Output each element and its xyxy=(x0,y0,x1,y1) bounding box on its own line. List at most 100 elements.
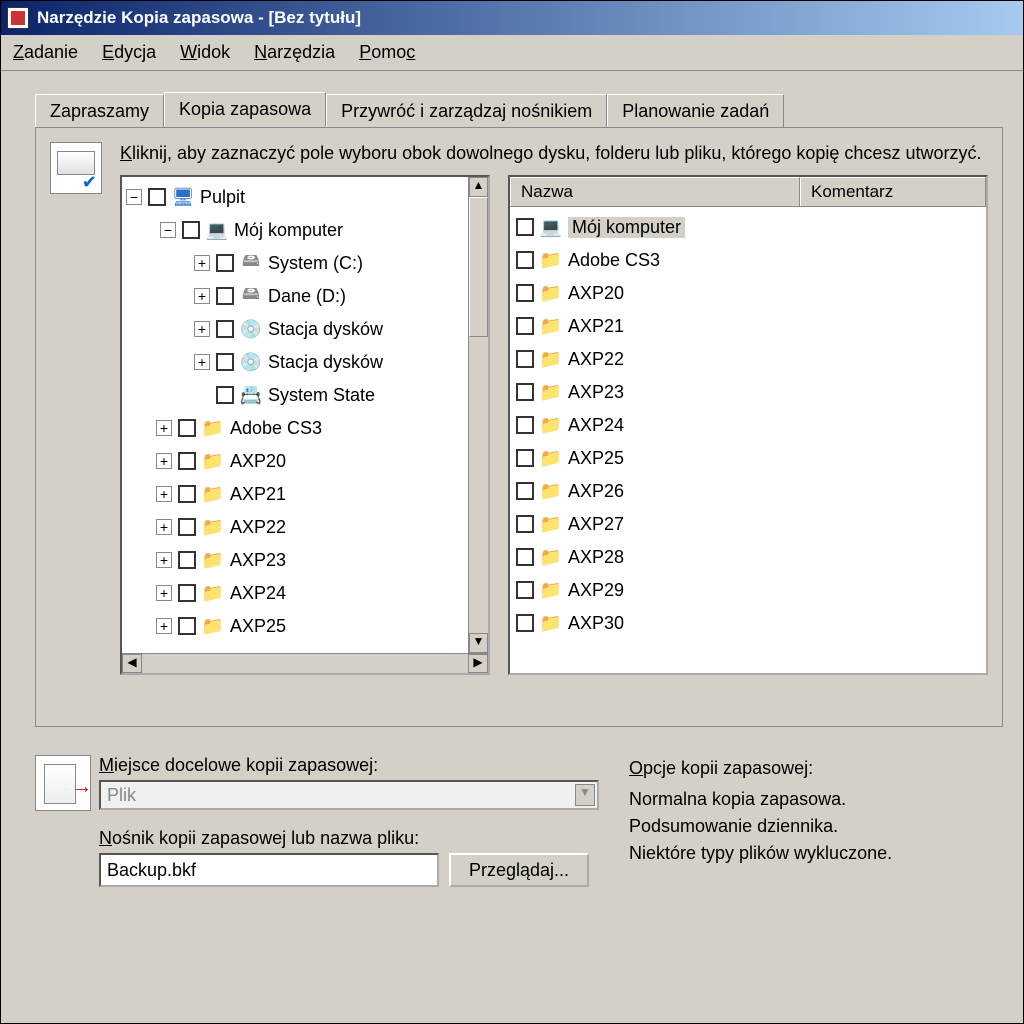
checkbox[interactable] xyxy=(516,482,534,500)
browse-button[interactable]: Przeglądaj... xyxy=(449,853,589,887)
list-item[interactable]: 📁AXP20 xyxy=(512,277,984,310)
tree-node-stacja1[interactable]: + 💿 Stacja dysków xyxy=(124,313,486,346)
list-item[interactable]: 📁AXP21 xyxy=(512,310,984,343)
tree-pane[interactable]: − 🖥 Pulpit − 💻 Mój komputer + � xyxy=(120,175,490,675)
collapse-icon[interactable]: − xyxy=(126,189,142,205)
folder-icon: 📁 xyxy=(202,450,224,472)
media-label: Nośnik kopii zapasowej lub nazwa pliku: xyxy=(99,828,599,849)
checkbox[interactable] xyxy=(516,548,534,566)
checkbox[interactable] xyxy=(516,416,534,434)
checkbox[interactable] xyxy=(178,551,196,569)
tree-node-axp20[interactable]: + 📁 AXP20 xyxy=(124,445,486,478)
expand-icon[interactable]: + xyxy=(156,618,172,634)
checkbox[interactable] xyxy=(516,614,534,632)
checkbox[interactable] xyxy=(178,485,196,503)
chevron-down-icon[interactable]: ▼ xyxy=(575,784,595,806)
expand-icon[interactable]: + xyxy=(156,453,172,469)
checkbox[interactable] xyxy=(182,221,200,239)
tree-label: AXP24 xyxy=(230,583,286,604)
menu-pomoc[interactable]: Pomoc xyxy=(359,42,415,63)
tree-node-dane-d[interactable]: + 🖴 Dane (D:) xyxy=(124,280,486,313)
checkbox[interactable] xyxy=(516,383,534,401)
expand-icon[interactable]: + xyxy=(156,486,172,502)
tree-horizontal-scrollbar[interactable]: ◀ ▶ xyxy=(122,653,488,673)
col-komentarz[interactable]: Komentarz xyxy=(800,177,986,206)
checkbox[interactable] xyxy=(516,284,534,302)
checkbox[interactable] xyxy=(516,581,534,599)
list-item[interactable]: 📁AXP25 xyxy=(512,442,984,475)
tree-label: AXP20 xyxy=(230,451,286,472)
media-filename-input[interactable]: Backup.bkf xyxy=(99,853,439,887)
list-pane[interactable]: Nazwa Komentarz 💻Mój komputer📁Adobe CS3📁… xyxy=(508,175,988,675)
expand-icon[interactable]: + xyxy=(194,255,210,271)
list-item-label: AXP30 xyxy=(568,613,624,634)
list-item[interactable]: 📁AXP22 xyxy=(512,343,984,376)
col-nazwa[interactable]: Nazwa xyxy=(510,177,800,206)
tab-planowanie[interactable]: Planowanie zadań xyxy=(607,94,784,128)
checkbox[interactable] xyxy=(216,386,234,404)
expand-icon[interactable]: + xyxy=(194,321,210,337)
checkbox[interactable] xyxy=(178,419,196,437)
expand-icon[interactable]: + xyxy=(194,354,210,370)
expand-icon[interactable]: + xyxy=(156,585,172,601)
checkbox[interactable] xyxy=(178,617,196,635)
list-item[interactable]: 📁Adobe CS3 xyxy=(512,244,984,277)
menu-narzedzia[interactable]: Narzędzia xyxy=(254,42,335,63)
tree-vertical-scrollbar[interactable]: ▲ ▼ xyxy=(468,177,488,653)
tree-node-system-state[interactable]: 📇 System State xyxy=(124,379,486,412)
collapse-icon[interactable]: − xyxy=(160,222,176,238)
menu-edycja[interactable]: Edycja xyxy=(102,42,156,63)
scroll-left-icon[interactable]: ◀ xyxy=(122,654,142,673)
tree-node-axp24[interactable]: + 📁 AXP24 xyxy=(124,577,486,610)
titlebar[interactable]: Narzędzie Kopia zapasowa - [Bez tytułu] xyxy=(1,1,1023,35)
tree-node-stacja2[interactable]: + 💿 Stacja dysków xyxy=(124,346,486,379)
checkbox[interactable] xyxy=(216,353,234,371)
checkbox[interactable] xyxy=(516,350,534,368)
scroll-right-icon[interactable]: ▶ xyxy=(468,654,488,673)
scroll-up-icon[interactable]: ▲ xyxy=(469,177,488,197)
checkbox[interactable] xyxy=(178,452,196,470)
tree-node-moj-komputer[interactable]: − 💻 Mój komputer xyxy=(124,214,486,247)
checkbox[interactable] xyxy=(216,320,234,338)
computer-icon: 💻 xyxy=(206,219,228,241)
checkbox[interactable] xyxy=(178,518,196,536)
list-item[interactable]: 📁AXP29 xyxy=(512,574,984,607)
scroll-down-icon[interactable]: ▼ xyxy=(469,633,488,653)
scroll-thumb[interactable] xyxy=(469,197,488,337)
tree-node-axp23[interactable]: + 📁 AXP23 xyxy=(124,544,486,577)
menu-widok[interactable]: Widok xyxy=(180,42,230,63)
expand-icon[interactable]: + xyxy=(156,519,172,535)
tab-kopia-zapasowa[interactable]: Kopia zapasowa xyxy=(164,92,326,127)
list-header[interactable]: Nazwa Komentarz xyxy=(510,177,986,207)
tab-przywroc[interactable]: Przywróć i zarządzaj nośnikiem xyxy=(326,94,607,128)
list-item[interactable]: 📁AXP27 xyxy=(512,508,984,541)
checkbox[interactable] xyxy=(216,254,234,272)
tree-node-system-c[interactable]: + 🖴 System (C:) xyxy=(124,247,486,280)
checkbox[interactable] xyxy=(516,449,534,467)
list-item[interactable]: 📁AXP24 xyxy=(512,409,984,442)
list-item[interactable]: 💻Mój komputer xyxy=(512,211,984,244)
checkbox[interactable] xyxy=(516,218,534,236)
checkbox[interactable] xyxy=(178,584,196,602)
checkbox[interactable] xyxy=(148,188,166,206)
list-item[interactable]: 📁AXP23 xyxy=(512,376,984,409)
tab-zapraszamy[interactable]: Zapraszamy xyxy=(35,94,164,128)
expand-icon[interactable]: + xyxy=(156,552,172,568)
list-item[interactable]: 📁AXP26 xyxy=(512,475,984,508)
checkbox[interactable] xyxy=(516,251,534,269)
expand-icon[interactable]: + xyxy=(156,420,172,436)
tree-node-adobe[interactable]: + 📁 Adobe CS3 xyxy=(124,412,486,445)
checkbox[interactable] xyxy=(216,287,234,305)
menu-zadanie[interactable]: Zadanie xyxy=(13,42,78,63)
tree-node-axp22[interactable]: + 📁 AXP22 xyxy=(124,511,486,544)
dest-combo[interactable]: Plik ▼ xyxy=(99,780,599,810)
list-item[interactable]: 📁AXP28 xyxy=(512,541,984,574)
folder-icon: 📁 xyxy=(540,612,562,634)
tree-node-axp21[interactable]: + 📁 AXP21 xyxy=(124,478,486,511)
expand-icon[interactable]: + xyxy=(194,288,210,304)
list-item[interactable]: 📁 AXP30 xyxy=(512,607,984,640)
tree-node-pulpit[interactable]: − 🖥 Pulpit xyxy=(124,181,486,214)
checkbox[interactable] xyxy=(516,515,534,533)
checkbox[interactable] xyxy=(516,317,534,335)
tree-node-axp25[interactable]: + 📁 AXP25 xyxy=(124,610,486,643)
